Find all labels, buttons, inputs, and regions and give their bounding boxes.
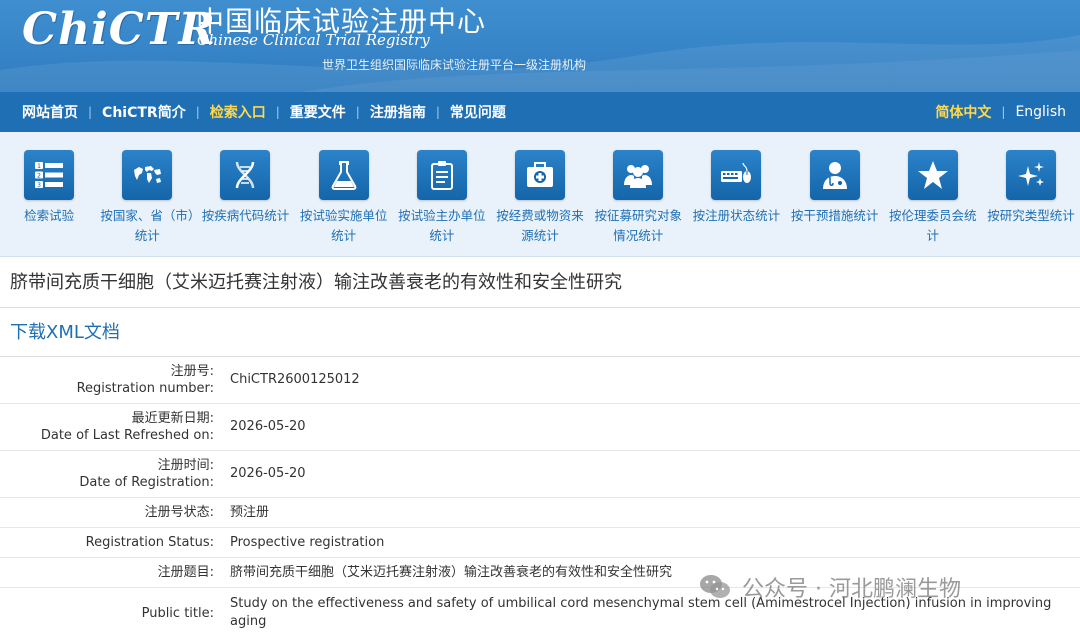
icon-label: 检索试验 <box>24 208 75 223</box>
nav-home[interactable]: 网站首页 <box>0 102 88 122</box>
last-refreshed-value: 2026-05-20 <box>230 419 306 434</box>
table-row: 注册时间: Date of Registration: 2026-05-20 <box>0 451 1080 498</box>
main-nav: 网站首页 | ChiCTR简介 | 检索入口 | 重要文件 | 注册指南 | 常… <box>0 92 1080 132</box>
icon-label: 按研究类型统计 <box>987 208 1075 223</box>
registration-status-cn-value: 预注册 <box>230 504 270 520</box>
keyboard-mouse-icon <box>711 150 762 200</box>
lang-chinese[interactable]: 简体中文 <box>925 102 1001 122</box>
registration-number-value: ChiCTR2600125012 <box>230 372 360 387</box>
field-label-en: Date of Last Refreshed on: <box>40 428 214 443</box>
field-label-cn: 注册号: <box>170 364 214 379</box>
field-label-en: Registration number: <box>76 381 214 396</box>
field-label: 注册号状态: <box>0 498 222 527</box>
icon-label: 按征募研究对象情况统计 <box>594 208 682 243</box>
statistics-icon-strip: 1 2 3 检索试验 按国家、省（市）统计 按疾病代码统计 按试验实施单位统计 按试… <box>0 132 1080 257</box>
watermark-text: 公众号 · 河北鹏澜生物 <box>742 577 961 602</box>
table-row: 注册号: Registration number: ChiCTR26001250… <box>0 357 1080 404</box>
field-label-en: Registration Status: <box>85 535 214 550</box>
download-xml-link[interactable]: 下载XML文档 <box>10 318 120 344</box>
lang-english[interactable]: English <box>1005 104 1080 120</box>
nav-faq[interactable]: 常见问题 <box>440 102 516 122</box>
icon-search-trials[interactable]: 1 2 3 检索试验 <box>0 132 98 256</box>
field-label-cn: 注册号状态: <box>144 505 214 520</box>
icon-by-ethics-committee[interactable]: 按伦理委员会统计 <box>884 132 982 256</box>
svg-text:1: 1 <box>37 163 41 170</box>
wechat-watermark: 公众号 · 河北鹏澜生物 <box>698 572 961 602</box>
icon-label: 按经费或物资来源统计 <box>496 208 584 243</box>
chictr-logo[interactable]: ChiCTR <box>22 4 216 55</box>
table-row: 注册号状态: 预注册 <box>0 498 1080 528</box>
icon-by-disease[interactable]: 按疾病代码统计 <box>196 132 294 256</box>
field-label: Registration Status: <box>0 528 222 557</box>
icon-label: 按干预措施统计 <box>790 208 879 223</box>
star-icon <box>907 150 958 200</box>
svg-text:2: 2 <box>37 173 41 180</box>
icon-label: 按注册状态统计 <box>692 208 781 223</box>
icon-label: 按试验主办单位统计 <box>398 208 486 243</box>
registration-status-en-value: Prospective registration <box>230 534 385 550</box>
icon-label: 按国家、省（市）统计 <box>100 208 195 243</box>
icon-label: 按伦理委员会统计 <box>889 208 977 243</box>
icon-label: 按试验实施单位统计 <box>299 208 388 243</box>
icon-by-country[interactable]: 按国家、省（市）统计 <box>98 132 196 256</box>
field-label: Public title: <box>0 588 222 632</box>
field-label-cn: 最近更新日期: <box>131 411 214 426</box>
icon-by-recruitment[interactable]: 按征募研究对象情况统计 <box>589 132 687 256</box>
divider <box>0 307 1080 308</box>
table-row: Registration Status: Prospective registr… <box>0 528 1080 558</box>
table-row: 最近更新日期: Date of Last Refreshed on: 2026-… <box>0 404 1080 451</box>
nav-guide[interactable]: 注册指南 <box>360 102 436 122</box>
medkit-icon <box>515 150 566 200</box>
wechat-icon <box>700 575 730 598</box>
field-label: 注册题目: <box>0 558 222 587</box>
field-label-cn: 注册时间: <box>157 458 214 473</box>
world-map-icon <box>122 150 173 200</box>
icon-by-registration-status[interactable]: 按注册状态统计 <box>687 132 785 256</box>
nav-search[interactable]: 检索入口 <box>200 102 276 122</box>
group-icon <box>613 150 664 200</box>
icon-by-sponsor[interactable]: 按试验主办单位统计 <box>393 132 491 256</box>
icon-by-funding[interactable]: 按经费或物资来源统计 <box>491 132 589 256</box>
registry-en-title: Chinese Clinical Trial Registry <box>197 31 430 49</box>
study-title: 脐带间充质干细胞（艾米迈托赛注射液）输注改善衰老的有效性和安全性研究 <box>10 272 622 293</box>
field-label-en: Public title: <box>141 605 214 621</box>
dna-icon <box>220 150 271 200</box>
flask-icon <box>318 150 369 200</box>
header-banner: ChiCTR 中国临床试验注册中心 Chinese Clinical Trial… <box>0 0 1080 92</box>
field-label-en: Date of Registration: <box>79 475 214 490</box>
nav-about[interactable]: ChiCTR简介 <box>92 102 196 122</box>
numbered-list-icon: 1 2 3 <box>24 150 75 200</box>
field-label: 注册号: Registration number: <box>0 357 222 403</box>
field-label: 注册时间: Date of Registration: <box>0 451 222 497</box>
field-label: 最近更新日期: Date of Last Refreshed on: <box>0 404 222 450</box>
icon-label: 按疾病代码统计 <box>201 208 290 223</box>
icon-by-intervention[interactable]: 按干预措施统计 <box>786 132 884 256</box>
icon-by-study-type[interactable]: 按研究类型统计 <box>982 132 1080 256</box>
field-label-cn: 注册题目: <box>157 565 214 580</box>
clipboard-icon <box>416 150 467 200</box>
nav-documents[interactable]: 重要文件 <box>280 102 356 122</box>
registry-tagline: 世界卫生组织国际临床试验注册平台一级注册机构 <box>322 58 587 72</box>
registration-date-value: 2026-05-20 <box>230 466 306 481</box>
icon-by-implementing-unit[interactable]: 按试验实施单位统计 <box>295 132 393 256</box>
sparkle-icon <box>1005 150 1056 200</box>
doctor-icon <box>809 150 860 200</box>
svg-text:3: 3 <box>37 182 41 189</box>
